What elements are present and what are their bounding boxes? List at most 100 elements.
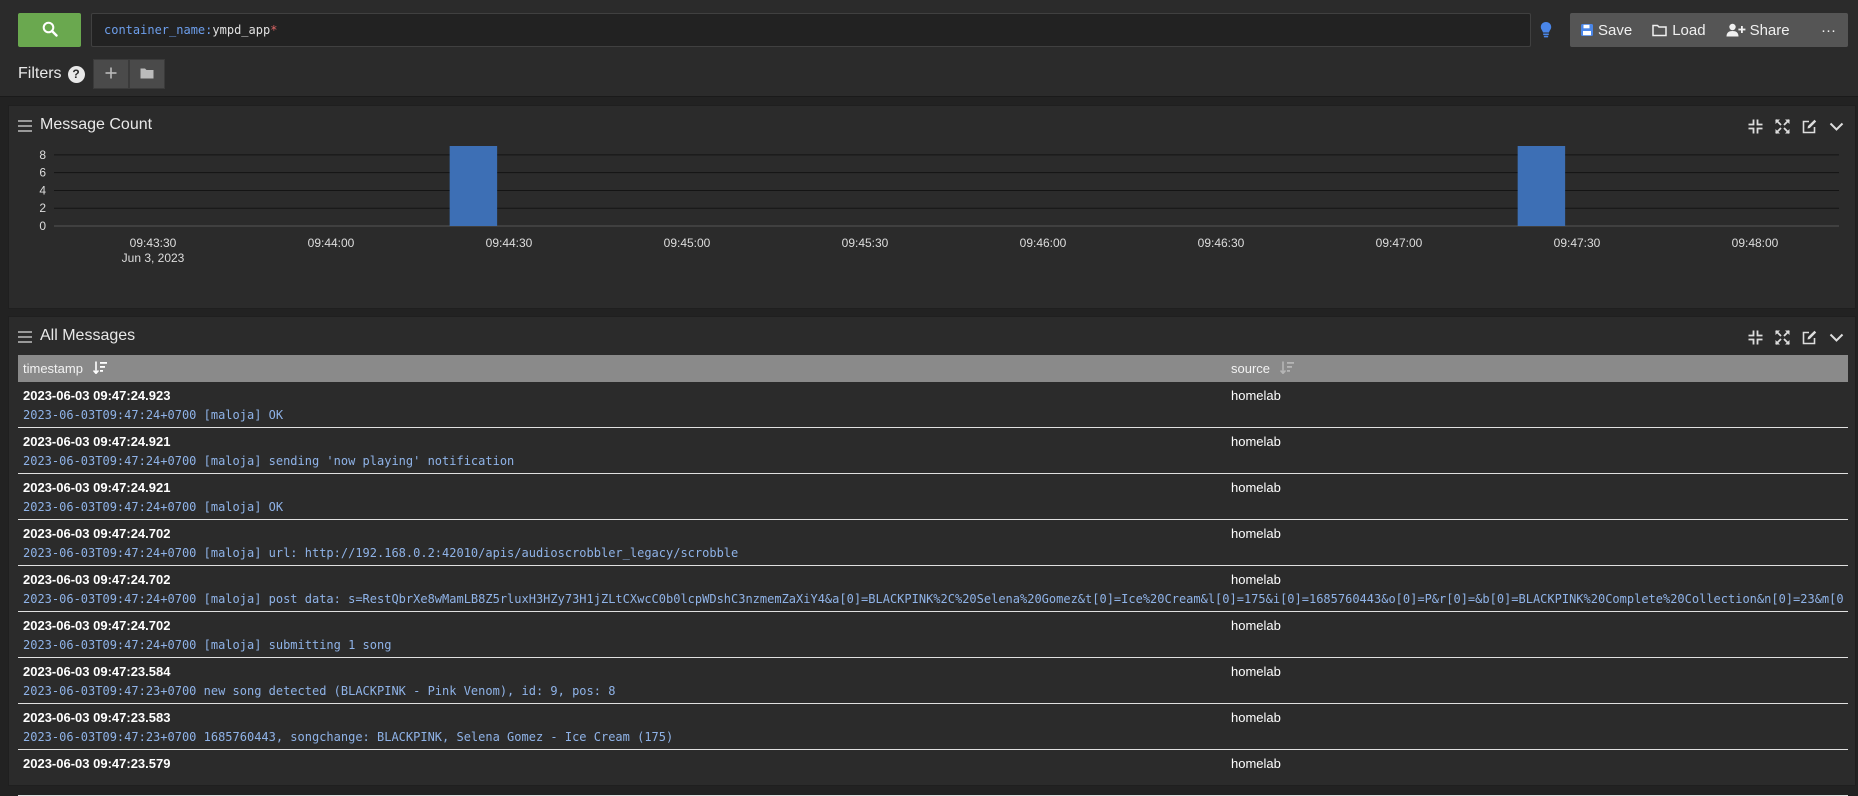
sort-icon[interactable] — [1279, 361, 1295, 377]
row-message: 2023-06-03T09:47:24+0700 [maloja] OK — [23, 408, 284, 422]
chart-bar[interactable] — [449, 146, 498, 226]
save-icon — [1580, 23, 1594, 37]
messages-table: timestamp source 2023-06-03 09:47:24.923… — [18, 355, 1848, 796]
x-tick-label: 09:46:00 — [1020, 236, 1067, 250]
panel-tools — [1747, 329, 1845, 346]
message-count-chart[interactable]: 0 2 4 6 8 09:43:30 09:44:00 09:44:30 09:45:00 09:… — [9, 146, 1855, 266]
table-row[interactable]: 2023-06-03 09:47:24.921 2023-06-03T09:47… — [18, 474, 1848, 520]
x-tick-label: 09:45:00 — [664, 236, 711, 250]
x-tick-label: 09:47:30 — [1554, 236, 1601, 250]
search-icon — [42, 21, 58, 40]
panel-tools — [1747, 118, 1845, 135]
folder-icon — [140, 66, 154, 82]
row-source: homelab — [1231, 526, 1281, 541]
add-filter-button[interactable] — [92, 59, 129, 89]
query-toolbar: Save Load Share ··· — [1570, 13, 1848, 47]
sort-desc-icon[interactable] — [92, 361, 107, 377]
ellipsis-icon: ··· — [1821, 21, 1836, 39]
row-source: homelab — [1231, 756, 1281, 771]
filters-bar: Filters ? — [18, 59, 165, 89]
row-timestamp: 2023-06-03 09:47:24.702 — [23, 618, 171, 633]
row-timestamp: 2023-06-03 09:47:24.923 — [23, 388, 171, 403]
query-wildcard: * — [270, 23, 278, 37]
row-timestamp: 2023-06-03 09:47:23.584 — [23, 664, 171, 679]
share-label: Share — [1749, 21, 1790, 39]
drag-handle-icon[interactable] — [18, 330, 32, 343]
panel-header: All Messages — [9, 317, 1855, 357]
y-tick-label: 2 — [39, 201, 46, 215]
column-label: source — [1231, 361, 1271, 376]
row-timestamp: 2023-06-03 09:47:24.921 — [23, 434, 171, 449]
y-tick-label: 8 — [39, 148, 46, 162]
query-colon: : — [205, 23, 213, 37]
row-message: 2023-06-03T09:47:24+0700 [maloja] sendin… — [23, 454, 515, 468]
save-button[interactable]: Save — [1570, 13, 1642, 47]
table-row[interactable]: 2023-06-03 09:47:23.579 homelab — [18, 750, 1848, 796]
x-tick-label: 09:45:30 — [842, 236, 889, 250]
help-icon[interactable]: ? — [67, 65, 85, 83]
row-message: 2023-06-03T09:47:23+0700 1685760443, son… — [23, 730, 674, 744]
search-button[interactable] — [18, 13, 81, 47]
expand-icon[interactable] — [1774, 329, 1791, 346]
query-input[interactable]: container_name: ympd_app * — [91, 13, 1531, 47]
table-row[interactable]: 2023-06-03 09:47:24.702 2023-06-03T09:47… — [18, 612, 1848, 658]
panel-title: Message Count — [40, 116, 153, 133]
row-source: homelab — [1231, 572, 1281, 587]
x-tick-label: 09:46:30 — [1198, 236, 1245, 250]
row-timestamp: 2023-06-03 09:47:24.702 — [23, 572, 171, 587]
x-tick-label: 09:44:30 — [486, 236, 533, 250]
table-row[interactable]: 2023-06-03 09:47:24.702 2023-06-03T09:47… — [18, 520, 1848, 566]
query-field: container_name — [104, 23, 206, 37]
y-tick-label: 0 — [39, 219, 46, 233]
chart-bar[interactable] — [1517, 146, 1566, 226]
row-message: 2023-06-03T09:47:24+0700 [maloja] post d… — [23, 592, 1843, 606]
column-header-source[interactable]: source — [1231, 355, 1295, 382]
share-button[interactable]: Share — [1716, 13, 1800, 47]
edit-icon[interactable] — [1801, 118, 1818, 135]
y-tick-label: 6 — [39, 166, 46, 180]
column-header-timestamp[interactable]: timestamp — [23, 355, 107, 382]
row-timestamp: 2023-06-03 09:47:24.702 — [23, 526, 171, 541]
lightbulb-icon[interactable] — [1537, 20, 1555, 40]
folder-open-icon — [1652, 23, 1668, 37]
row-message: 2023-06-03T09:47:23+0700 new song detect… — [23, 684, 616, 698]
row-timestamp: 2023-06-03 09:47:23.583 — [23, 710, 171, 725]
query-panel: container_name: ympd_app * Save Load Share… — [0, 0, 1858, 97]
row-source: homelab — [1231, 664, 1281, 679]
table-row[interactable]: 2023-06-03 09:47:23.584 2023-06-03T09:47… — [18, 658, 1848, 704]
panel-header: Message Count — [9, 106, 1855, 146]
x-tick-label: 09:47:00 — [1376, 236, 1423, 250]
row-source: homelab — [1231, 388, 1281, 403]
plus-icon — [105, 66, 117, 82]
message-count-panel: Message Count 0 2 4 6 8 09:43:30 09:44:00 09:44… — [8, 105, 1856, 309]
expand-icon[interactable] — [1774, 118, 1791, 135]
user-plus-icon — [1726, 23, 1746, 37]
table-row[interactable]: 2023-06-03 09:47:24.921 2023-06-03T09:47… — [18, 428, 1848, 474]
chevron-down-icon[interactable] — [1828, 329, 1845, 346]
row-source: homelab — [1231, 710, 1281, 725]
table-row[interactable]: 2023-06-03 09:47:23.583 2023-06-03T09:47… — [18, 704, 1848, 750]
chevron-down-icon[interactable] — [1828, 118, 1845, 135]
load-button[interactable]: Load — [1642, 13, 1715, 47]
x-tick-label: 09:44:00 — [308, 236, 355, 250]
panel-title: All Messages — [40, 327, 136, 344]
drag-handle-icon[interactable] — [18, 119, 32, 132]
table-row[interactable]: 2023-06-03 09:47:24.702 2023-06-03T09:47… — [18, 566, 1848, 612]
table-row[interactable]: 2023-06-03 09:47:24.923 2023-06-03T09:47… — [18, 382, 1848, 428]
row-message: 2023-06-03T09:47:24+0700 [maloja] url: h… — [23, 546, 739, 560]
compress-icon[interactable] — [1747, 329, 1764, 346]
table-header: timestamp source — [18, 355, 1848, 382]
filters-label: Filters — [18, 65, 62, 82]
column-label: timestamp — [23, 361, 83, 376]
more-options-button[interactable]: ··· — [1811, 13, 1848, 47]
x-tick-label: 09:48:00 — [1732, 236, 1779, 250]
save-label: Save — [1598, 21, 1633, 39]
row-message: 2023-06-03T09:47:24+0700 [maloja] submit… — [23, 638, 392, 652]
edit-icon[interactable] — [1801, 329, 1818, 346]
compress-icon[interactable] — [1747, 118, 1764, 135]
saved-filters-button[interactable] — [128, 59, 165, 89]
row-message: 2023-06-03T09:47:24+0700 [maloja] OK — [23, 500, 284, 514]
row-source: homelab — [1231, 618, 1281, 633]
all-messages-panel: All Messages timestamp source 2023-06-03… — [8, 316, 1856, 796]
y-tick-label: 4 — [39, 183, 46, 197]
